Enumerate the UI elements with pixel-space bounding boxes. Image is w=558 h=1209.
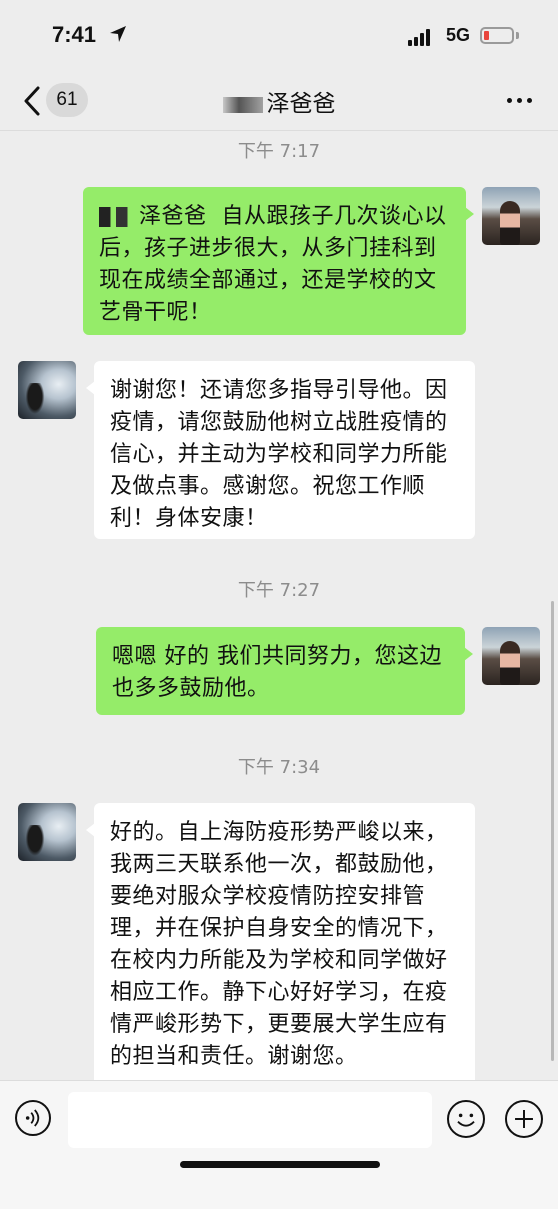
scrollbar[interactable] [551,601,554,1061]
message-text: 谢谢您！还请您多指导引导他。因疫情，请您鼓励他树立战胜疫情的信心，并主动为学校和… [110,378,448,531]
received-message-bubble[interactable]: 谢谢您！还请您多指导引导他。因疫情，请您鼓励他树立战胜疫情的信心，并主动为学校和… [86,361,475,539]
received-message-bubble[interactable]: 好的。自上海防疫形势严峻以来，我两三天联系他一次，都鼓励他，要绝对服众学校疫情防… [86,803,475,1080]
home-indicator[interactable] [180,1161,380,1168]
battery-icon [480,27,514,44]
message-text: 泽爸爸 自从跟孩子几次谈心以后，孩子进步很大，从多门挂科到现在成绩全部通过，还是… [99,204,447,325]
message-timestamp: 下午 7:27 [237,580,321,601]
message-input[interactable] [68,1092,432,1148]
message-text: 好的。自上海防疫形势严峻以来，我两三天联系他一次，都鼓励他，要绝对服众学校疫情防… [110,820,448,1069]
cellular-signal-icon [408,28,430,46]
emoji-icon[interactable] [447,1100,485,1138]
sent-message-bubble[interactable]: 嗯嗯 好的 我们共同努力，您这边也多多鼓励他。 [96,627,473,715]
plus-icon[interactable] [505,1100,543,1138]
message-timestamp: 下午 7:34 [237,757,321,778]
more-dots-icon[interactable] [507,98,532,103]
chat-title: 泽爸爸 [0,84,558,118]
redacted-name-block [222,96,263,113]
chat-title-text: 泽爸爸 [266,91,336,117]
status-time: 7:41 [52,22,97,47]
my-avatar[interactable] [482,627,540,685]
message-text: 嗯嗯 好的 我们共同努力，您这边也多多鼓励他。 [112,644,442,701]
contact-avatar[interactable] [18,361,76,419]
message-timestamp: 下午 7:17 [237,141,321,162]
voice-icon[interactable] [15,1100,51,1136]
status-bar: 7:41 5G [0,0,558,72]
message-list[interactable]: 下午 7:17 泽爸爸 自从跟孩子几次谈心以后，孩子进步很大，从多门挂科到现在成… [0,131,558,1080]
redacted-name-block [99,207,137,227]
network-type: 5G [446,25,471,45]
battery-tip [516,32,519,39]
location-arrow-icon [110,26,126,42]
my-avatar[interactable] [482,187,540,245]
chat-header: 61 泽爸爸 [0,72,558,131]
sent-message-bubble[interactable]: 泽爸爸 自从跟孩子几次谈心以后，孩子进步很大，从多门挂科到现在成绩全部通过，还是… [83,187,474,335]
input-bar [0,1080,558,1209]
contact-avatar[interactable] [18,803,76,861]
